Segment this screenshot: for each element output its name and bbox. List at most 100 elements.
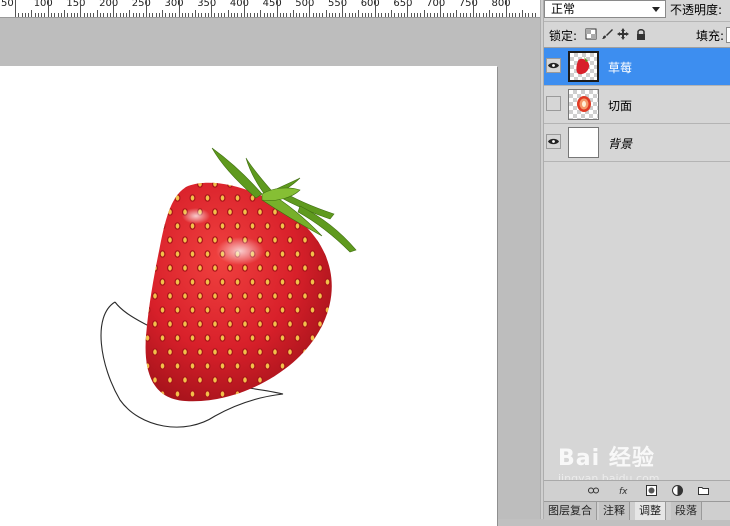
ruler-tick — [100, 13, 102, 17]
strawberry-seed — [182, 182, 189, 188]
ruler-tick — [142, 13, 144, 17]
strawberry-seed — [174, 278, 181, 286]
ruler-tick — [178, 0, 180, 17]
strawberry-seed — [204, 194, 211, 202]
strawberry-seed — [182, 376, 189, 384]
move-icon[interactable] — [617, 28, 629, 40]
ruler-tick — [469, 13, 471, 17]
fx-icon[interactable]: fx — [619, 485, 630, 496]
ruler-tick — [381, 13, 383, 17]
strawberry-seed — [227, 320, 234, 328]
ruler-tick — [325, 10, 327, 17]
strawberry-seed — [333, 293, 338, 299]
strawberry-seed — [294, 222, 301, 230]
strawberry-seed — [159, 390, 166, 398]
link-icon[interactable] — [588, 485, 599, 496]
layer-row-strawberry[interactable]: 草莓 — [544, 48, 730, 86]
strawberry-seed — [317, 348, 324, 356]
lock-transparent-icon[interactable] — [585, 28, 597, 40]
ruler-tick — [309, 0, 311, 17]
strawberry-seed — [333, 349, 338, 355]
strawberry-seed — [249, 222, 256, 230]
strawberry-seed — [272, 292, 279, 300]
strawberry-seed — [294, 334, 301, 342]
strawberry-seed — [340, 223, 345, 229]
tab-adjustments[interactable]: 调整 — [635, 502, 666, 520]
strawberry-seed — [219, 362, 226, 370]
layer-row-slice[interactable]: 切面 — [544, 86, 730, 124]
ruler-tick — [122, 13, 124, 17]
ruler-tick — [129, 10, 131, 17]
strawberry-seed — [287, 264, 294, 272]
strawberry-seed — [279, 362, 286, 370]
ruler-tick — [132, 13, 134, 17]
strawberry-seed — [197, 292, 204, 300]
strawberry-seed — [227, 292, 234, 300]
ruler-tick — [34, 13, 36, 17]
strawberry-seed — [189, 278, 196, 286]
mask-icon[interactable] — [646, 485, 657, 496]
watermark: Bai 经验 jingyan.baidu.com — [558, 440, 660, 485]
strawberry-seed — [249, 278, 256, 286]
ruler-tick — [41, 13, 43, 17]
ruler-tick — [355, 13, 357, 17]
folder-icon[interactable] — [698, 485, 709, 496]
visibility-toggle[interactable] — [546, 96, 561, 111]
brush-icon[interactable] — [601, 28, 613, 40]
strawberry-seed — [159, 306, 166, 314]
strawberry-seed — [257, 208, 264, 216]
strawberry-seed — [174, 194, 181, 202]
fill-label: 填充: — [696, 29, 725, 43]
ruler-tick — [489, 10, 491, 17]
fill-input[interactable] — [726, 27, 730, 43]
ruler-label: 100 — [33, 0, 53, 9]
ruler-tick — [96, 10, 98, 17]
strawberry-seed — [340, 307, 345, 313]
ruler-tick — [394, 13, 396, 17]
ruler-tick — [485, 13, 487, 17]
tab-layer-comps[interactable]: 图层复合 — [544, 502, 597, 520]
document-canvas[interactable] — [0, 66, 497, 526]
strawberry-seed — [227, 182, 234, 188]
ruler-tick — [162, 10, 164, 17]
ruler-tick — [31, 10, 33, 17]
ruler-tick — [515, 13, 517, 17]
ruler-tick — [505, 0, 507, 17]
visibility-toggle[interactable] — [546, 134, 561, 149]
ruler-tick — [211, 0, 213, 17]
strawberry-seed — [152, 208, 159, 216]
ruler-tick — [397, 13, 399, 17]
strawberry-seed — [257, 348, 264, 356]
ruler-tick — [528, 13, 530, 17]
tab-notes[interactable]: 注释 — [599, 502, 630, 520]
ruler-tick — [243, 0, 245, 17]
layer-row-background[interactable]: 背景 — [544, 124, 730, 162]
blend-mode-select[interactable]: 正常 — [544, 0, 666, 18]
strawberry-seed — [272, 320, 279, 328]
strawberry-seed — [167, 208, 174, 216]
ruler-tick — [531, 13, 533, 17]
horizontal-ruler: 50 100 150 200 250 300 350 400 450 500 550 600 650 70… — [0, 0, 540, 18]
layers-list: 草莓 切面 背景 — [544, 47, 730, 468]
ruler-tick — [276, 0, 278, 17]
strawberry-seed — [317, 376, 324, 384]
strawberry-seed — [145, 194, 151, 202]
ruler-tick — [119, 13, 121, 17]
canvas-area[interactable] — [0, 18, 540, 526]
ruler-tick — [427, 13, 429, 17]
tab-paragraph[interactable]: 段落 — [671, 502, 702, 520]
strawberry-seed — [152, 292, 159, 300]
strawberry-seed — [234, 334, 241, 342]
ruler-tick — [270, 13, 272, 17]
strawberry-seed — [167, 182, 174, 188]
strawberry-seed — [340, 195, 345, 201]
ruler-label: 50 — [1, 0, 14, 9]
ruler-tick — [371, 13, 373, 17]
strawberry-seed — [340, 363, 345, 369]
strawberry-seed — [174, 250, 181, 258]
strawberry-seed — [302, 236, 309, 244]
panel-tabs: 图层复合 注释 调整 段落 — [544, 501, 730, 520]
visibility-toggle[interactable] — [546, 58, 561, 73]
adjustment-icon[interactable] — [672, 485, 683, 496]
padlock-icon[interactable] — [635, 28, 647, 40]
